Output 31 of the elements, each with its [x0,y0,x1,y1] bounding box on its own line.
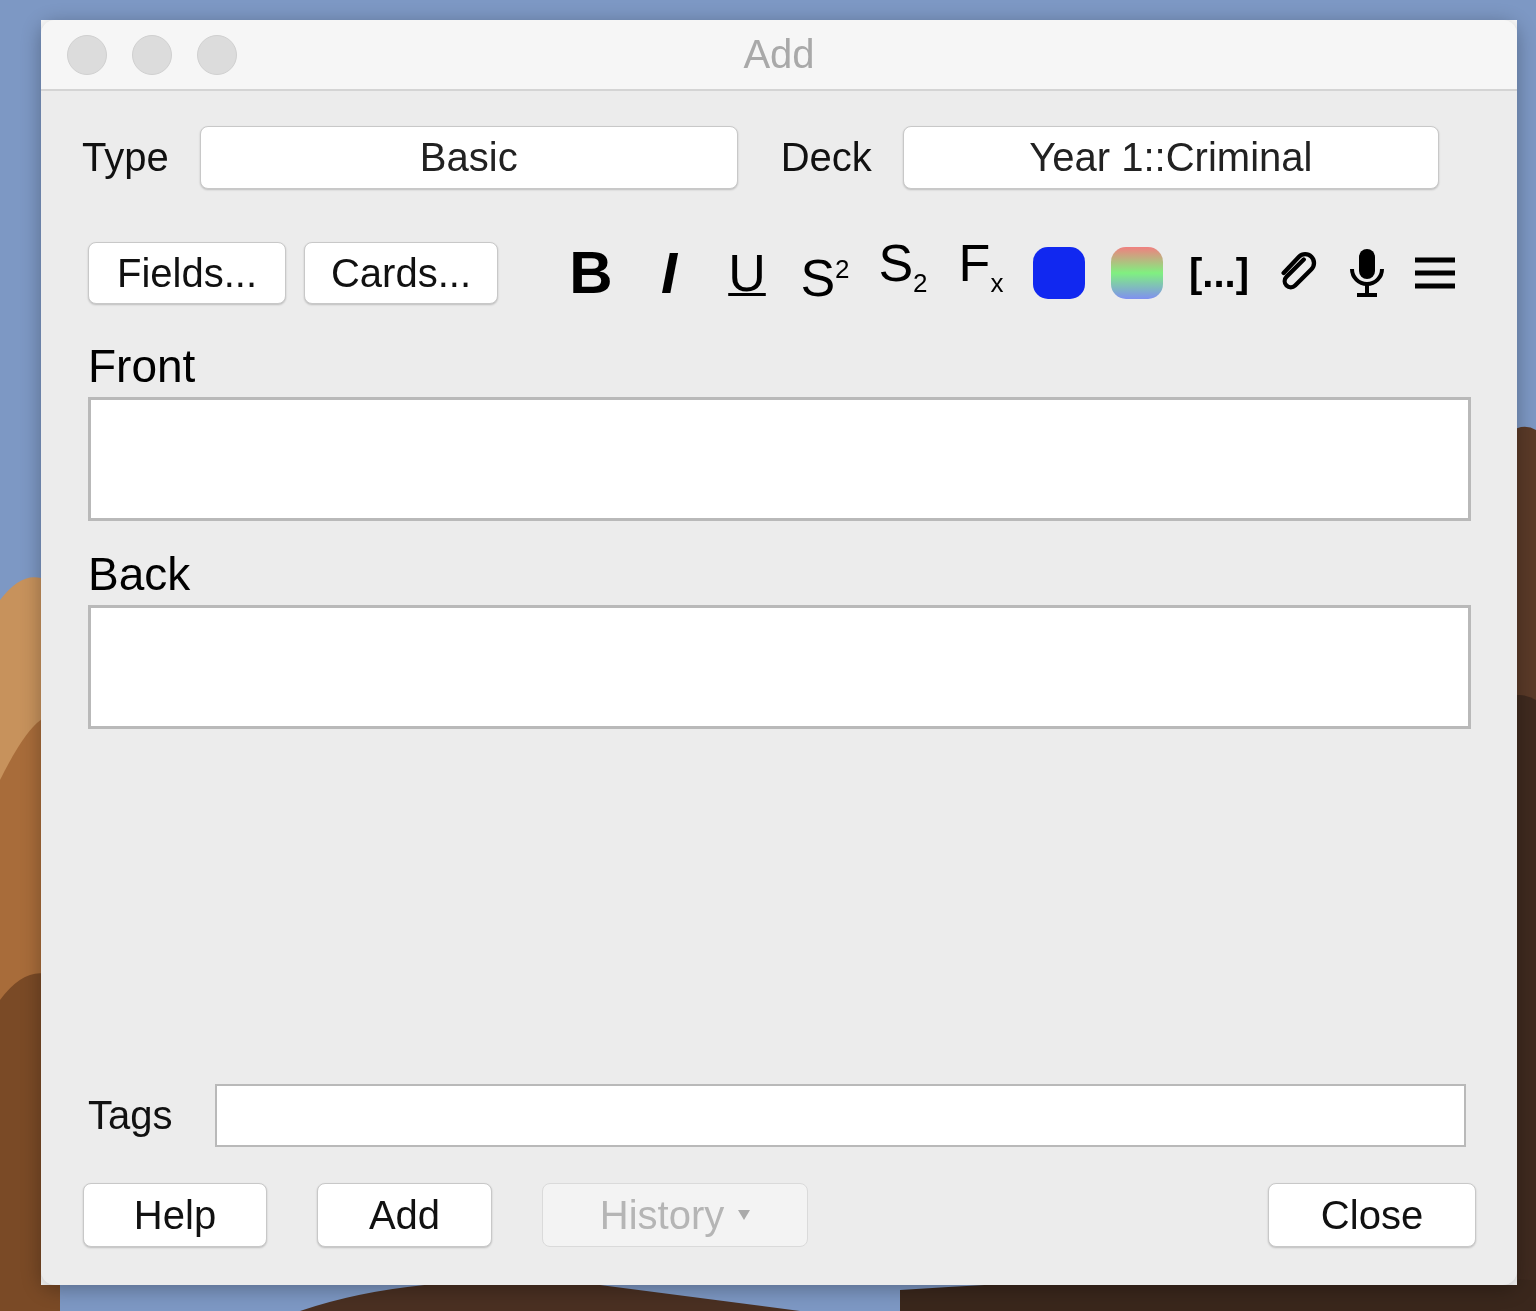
field-label: Back [88,547,192,602]
zoom-button[interactable] [197,34,237,75]
note-type-selector[interactable]: Basic [199,126,738,189]
italic-button[interactable]: I [643,243,695,304]
superscript-button[interactable]: S$^{2}$ [799,238,851,308]
deck-label: Deck [780,135,872,180]
minimize-button[interactable] [132,34,172,75]
microphone-icon[interactable] [1347,247,1387,300]
field-label: Front [88,339,197,394]
field-input[interactable] [88,397,1471,522]
color-picker-button[interactable] [1111,247,1163,300]
type-label: Type [82,135,169,180]
cloze-button[interactable]: [...] [1189,243,1249,304]
cards-button[interactable]: Cards... [304,242,498,305]
close-window-button[interactable] [67,34,107,75]
dialog-button[interactable]: Add [317,1183,492,1247]
deck-selector[interactable]: Year 1::Criminal [902,126,1439,189]
dialog-button[interactable]: Help [83,1183,267,1247]
tags-field[interactable] [214,1084,1466,1147]
bold-button[interactable]: B [565,243,617,304]
window-title: Add [743,32,815,77]
field-input[interactable] [88,605,1471,730]
text-color-button[interactable] [1033,247,1085,300]
dialog-button[interactable]: Close [1268,1183,1476,1247]
fields-button[interactable]: Fields... [88,242,286,305]
clear-format-button[interactable]: F$_{x}$ [955,233,1007,314]
menu-icon[interactable] [1413,255,1457,292]
caret-icon [738,1210,751,1220]
underline-button[interactable]: U [721,243,773,304]
subscript-button[interactable]: S$_{2}$ [877,233,929,314]
tags-label: Tags [88,1093,173,1138]
